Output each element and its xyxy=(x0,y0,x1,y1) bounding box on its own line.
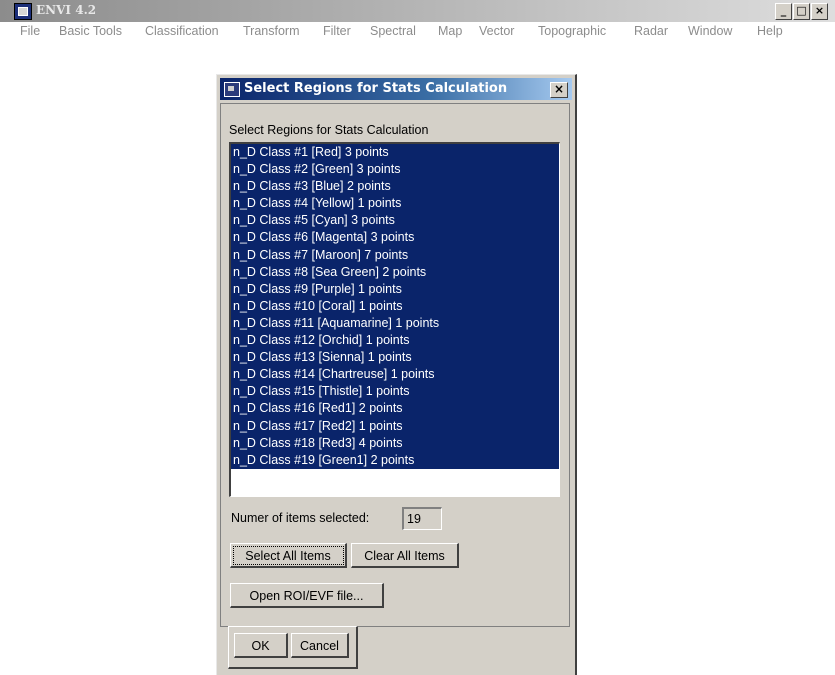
select-regions-dialog: Select Regions for Stats Calculation × S… xyxy=(216,74,577,675)
dialog-close-button[interactable]: × xyxy=(550,82,568,98)
roi-list-item[interactable]: n_D Class #18 [Red3] 4 points xyxy=(231,434,559,452)
roi-list-item[interactable]: n_D Class #3 [Blue] 2 points xyxy=(231,178,559,196)
menu-map[interactable]: Map xyxy=(438,24,462,38)
roi-list-item[interactable]: n_D Class #19 [Green1] 2 points xyxy=(231,451,559,469)
menu-classification[interactable]: Classification xyxy=(145,24,219,38)
menu-radar[interactable]: Radar xyxy=(634,24,668,38)
roi-list-item[interactable]: n_D Class #14 [Chartreuse] 1 points xyxy=(231,366,559,384)
selected-count-label: Numer of items selected: xyxy=(231,511,370,525)
open-roi-file-button[interactable]: Open ROI/EVF file... xyxy=(230,583,384,608)
minimize-button[interactable]: _ xyxy=(775,3,792,20)
menu-basic-tools[interactable]: Basic Tools xyxy=(59,24,122,38)
roi-list-item[interactable]: n_D Class #17 [Red2] 1 points xyxy=(231,417,559,435)
ok-cancel-group: OK Cancel xyxy=(228,626,358,669)
roi-list-item[interactable]: n_D Class #15 [Thistle] 1 points xyxy=(231,383,559,401)
ok-button[interactable]: OK xyxy=(234,633,288,658)
menu-filter[interactable]: Filter xyxy=(323,24,351,38)
menu-topographic[interactable]: Topographic xyxy=(538,24,606,38)
roi-list-item[interactable]: n_D Class #16 [Red1] 2 points xyxy=(231,400,559,418)
roi-list-item[interactable]: n_D Class #1 [Red] 3 points xyxy=(231,144,559,162)
list-label: Select Regions for Stats Calculation xyxy=(229,123,429,137)
dialog-title: Select Regions for Stats Calculation xyxy=(244,81,508,96)
main-title-bar: ENVI 4.2 _ □ × xyxy=(0,0,835,22)
menu-vector[interactable]: Vector xyxy=(479,24,514,38)
roi-list-item[interactable]: n_D Class #13 [Sienna] 1 points xyxy=(231,349,559,367)
maximize-button[interactable]: □ xyxy=(793,3,810,20)
close-button[interactable]: × xyxy=(811,3,828,20)
roi-list-item[interactable]: n_D Class #4 [Yellow] 1 points xyxy=(231,195,559,213)
roi-list-item[interactable]: n_D Class #2 [Green] 3 points xyxy=(231,161,559,179)
envi-app-icon xyxy=(14,3,32,20)
menu-transform[interactable]: Transform xyxy=(243,24,300,38)
roi-list-item[interactable]: n_D Class #11 [Aquamarine] 1 points xyxy=(231,314,559,333)
menu-file[interactable]: File xyxy=(20,24,40,38)
roi-list-item[interactable]: n_D Class #12 [Orchid] 1 points xyxy=(231,332,559,350)
roi-list[interactable]: n_D Class #1 [Red] 3 points n_D Class #2… xyxy=(229,142,560,497)
roi-list-item[interactable]: n_D Class #6 [Magenta] 3 points xyxy=(231,229,559,247)
menu-window[interactable]: Window xyxy=(688,24,732,38)
menu-bar: File Basic Tools Classification Transfor… xyxy=(0,22,835,42)
roi-list-item[interactable]: n_D Class #5 [Cyan] 3 points xyxy=(231,212,559,230)
clear-all-button[interactable]: Clear All Items xyxy=(351,543,459,568)
menu-spectral[interactable]: Spectral xyxy=(370,24,416,38)
roi-list-item[interactable]: n_D Class #7 [Maroon] 7 points xyxy=(231,246,559,264)
dialog-app-icon xyxy=(224,82,240,97)
app-title: ENVI 4.2 xyxy=(36,3,97,17)
dialog-title-bar[interactable]: Select Regions for Stats Calculation × xyxy=(220,78,572,100)
menu-help[interactable]: Help xyxy=(757,24,783,38)
select-all-button[interactable]: Select All Items xyxy=(230,543,347,568)
roi-list-item[interactable]: n_D Class #8 [Sea Green] 2 points xyxy=(231,263,559,281)
selected-count-field: 19 xyxy=(402,507,442,530)
roi-list-item[interactable]: n_D Class #9 [Purple] 1 points xyxy=(231,280,559,298)
cancel-button[interactable]: Cancel xyxy=(291,633,349,658)
roi-list-item[interactable]: n_D Class #10 [Coral] 1 points xyxy=(231,297,559,315)
